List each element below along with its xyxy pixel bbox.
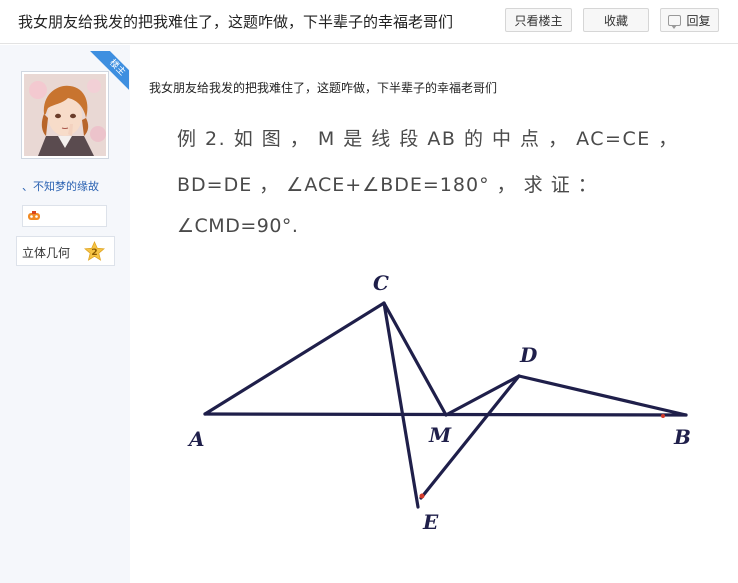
favorite-label: 收藏	[603, 13, 628, 28]
label-a: A	[187, 427, 205, 451]
level-number: 2	[91, 248, 97, 258]
level-star-icon: 2	[84, 241, 105, 261]
reply-button[interactable]: 回复	[660, 8, 719, 32]
op-ribbon: 楼主	[89, 51, 129, 91]
only-op-button[interactable]: 只看楼主	[505, 8, 572, 32]
label-b: B	[673, 425, 691, 449]
author-sidebar: 楼主 、不知梦的缘故 立体几何 2	[0, 45, 130, 583]
member-badge-box	[22, 205, 107, 227]
post-body-text: 我女朋友给我发的把我难住了，这题咋做，下半辈子的幸福老哥们	[149, 81, 498, 95]
username-link[interactable]: 、不知梦的缘故	[22, 178, 99, 194]
reply-label: 回复	[686, 13, 711, 28]
label-d: D	[519, 343, 538, 367]
geometry-diagram: C A M D B E	[187, 271, 691, 534]
label-c: C	[373, 271, 389, 295]
segment-ac	[203, 301, 386, 416]
level-name: 立体几何	[22, 246, 71, 260]
thread-header: 我女朋友给我发的把我难住了，这题咋做，下半辈子的幸福老哥们 只看楼主 收藏 回复	[0, 0, 738, 44]
point-b-mark	[661, 414, 665, 418]
only-op-label: 只看楼主	[514, 13, 563, 28]
level-badge[interactable]: 立体几何 2	[16, 236, 115, 266]
favorite-button[interactable]: 收藏	[583, 8, 649, 32]
segment-db	[517, 374, 688, 417]
segment-md	[444, 374, 521, 417]
reply-icon	[668, 14, 682, 29]
label-m: M	[428, 423, 452, 447]
op-badge: 楼主	[89, 51, 129, 91]
label-e: E	[422, 510, 439, 534]
thread-title: 我女朋友给我发的把我难住了，这题咋做，下半辈子的幸福老哥们	[18, 13, 454, 31]
point-e-mark	[419, 493, 425, 499]
game-badge-icon	[28, 211, 40, 220]
post-image[interactable]: 例 2. 如 图 ， M 是 线 段 AB 的 中 点 ， AC=CE ， BD…	[151, 104, 708, 541]
